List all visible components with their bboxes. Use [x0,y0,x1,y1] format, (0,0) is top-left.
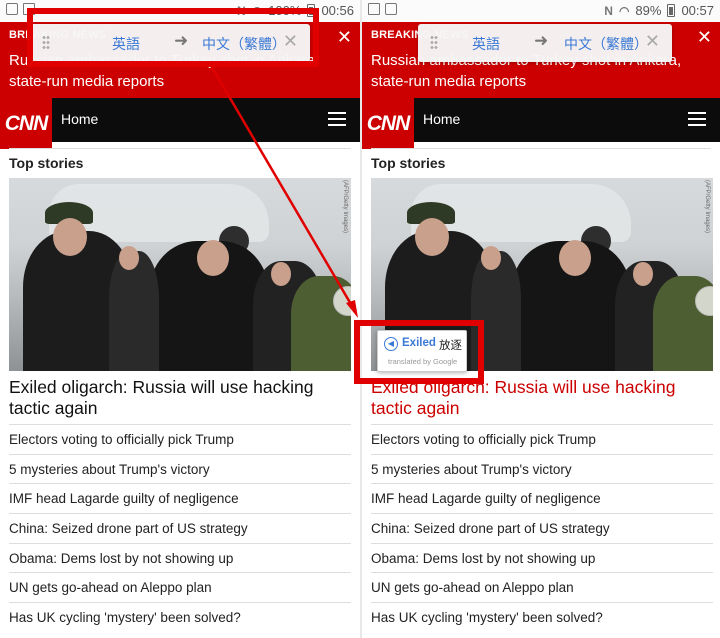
image-notification-icon [368,3,380,15]
status-bar: N ◠ 89% 00:57 [362,0,720,22]
hamburger-menu-icon[interactable] [328,112,346,126]
translation-popup[interactable]: ◀ Exiled 放逐 translated by Google [377,330,467,372]
nav-home-link[interactable]: Home [61,111,98,127]
head-shape [633,262,653,286]
head-shape [559,240,591,276]
cnn-header: CNN Home [362,98,720,149]
photo-credit: (AFP/Getty Images) [704,180,710,234]
headline-link[interactable]: Exiled oligarch: Russia will use hacking… [371,377,691,419]
drag-handle-icon[interactable] [42,35,50,49]
breaking-news-close-button[interactable]: ✕ [697,28,712,46]
target-language-button[interactable]: 中文（繁體） [202,34,286,54]
head-shape [415,218,449,256]
section-title: Top stories [9,148,351,176]
nfc-icon: N [604,3,613,18]
translate-close-icon[interactable]: ✕ [283,31,298,52]
translate-toolbar: 英語 ➜ 中文（繁體） ✕ [30,24,310,62]
story-link[interactable]: China: Seized drone part of US strategy [9,513,351,543]
story-link[interactable]: China: Seized drone part of US strategy [371,513,713,543]
drag-handle-icon[interactable] [430,35,438,49]
status-bar: N ◠ 100% 00:56 [0,0,360,22]
person-shape [471,251,521,371]
status-time: 00:57 [681,3,714,18]
cnn-header: CNN Home [0,98,360,149]
story-link[interactable]: UN gets go-ahead on Aleppo plan [9,572,351,602]
person-shape [109,251,159,371]
story-link[interactable]: Electors voting to officially pick Trump [9,424,351,454]
popup-source-word: Exiled [402,337,436,349]
right-phone-screen: N ◠ 89% 00:57 BREAKING NEWS Russian amba… [362,0,720,638]
arrow-right-icon: ➜ [174,31,189,50]
notification-icon [6,3,18,15]
battery-icon [307,4,316,17]
story-link[interactable]: UN gets go-ahead on Aleppo plan [371,572,713,602]
story-link[interactable]: Has UK cycling 'mystery' been solved? [9,602,351,632]
head-shape [481,246,501,270]
cnn-logo[interactable]: CNN [0,98,52,149]
photo-credit: (AFP/Getty Images) [342,180,348,234]
nfc-icon: N [237,3,246,18]
head-shape [119,246,139,270]
story-link[interactable]: Has UK cycling 'mystery' been solved? [371,602,713,632]
image-notification-icon [23,3,35,15]
speaker-icon[interactable]: ◀ [384,337,398,351]
source-language-button[interactable]: 英語 [112,34,140,54]
headline-link[interactable]: Exiled oligarch: Russia will use hacking… [9,377,329,419]
battery-percent: 89% [635,3,662,18]
hamburger-menu-icon[interactable] [688,112,706,126]
head-shape [197,240,229,276]
breaking-news-close-button[interactable]: ✕ [337,28,352,46]
nav-home-link[interactable]: Home [423,111,460,127]
story-link[interactable]: IMF head Lagarde guilty of negligence [9,483,351,513]
story-link[interactable]: 5 mysteries about Trump's victory [371,453,713,484]
battery-percent: 100% [268,3,302,18]
arrow-right-icon: ➜ [534,31,549,50]
story-link[interactable]: IMF head Lagarde guilty of negligence [371,483,713,513]
hero-image[interactable]: (AFP/Getty Images) [9,178,351,371]
source-language-button[interactable]: 英語 [472,34,500,54]
story-list: Electors voting to officially pick Trump… [9,424,351,632]
cnn-logo[interactable]: CNN [362,98,414,149]
battery-icon [667,4,676,17]
head-shape [53,218,87,256]
wifi-icon: ◠ [618,3,630,18]
story-list: Electors voting to officially pick Trump… [371,424,713,632]
story-link[interactable]: Obama: Dems lost by not showing up [371,542,713,573]
translate-toolbar: 英語 ➜ 中文（繁體） ✕ [418,24,672,62]
story-link[interactable]: Electors voting to officially pick Trump [371,424,713,454]
wifi-icon: ◠ [251,3,263,18]
section-title: Top stories [371,148,711,176]
popup-translation: 放逐 [439,340,462,352]
left-phone-screen: N ◠ 100% 00:56 BREAKING NEWS Russian amb… [0,0,360,638]
status-time: 00:56 [321,3,354,18]
notification-icon [385,3,397,15]
translate-close-icon[interactable]: ✕ [645,31,660,52]
story-link[interactable]: Obama: Dems lost by not showing up [9,542,351,573]
google-credit: translated by Google [388,357,458,366]
story-link[interactable]: 5 mysteries about Trump's victory [9,453,351,484]
target-language-button[interactable]: 中文（繁體） [564,34,648,54]
head-shape [271,262,291,286]
